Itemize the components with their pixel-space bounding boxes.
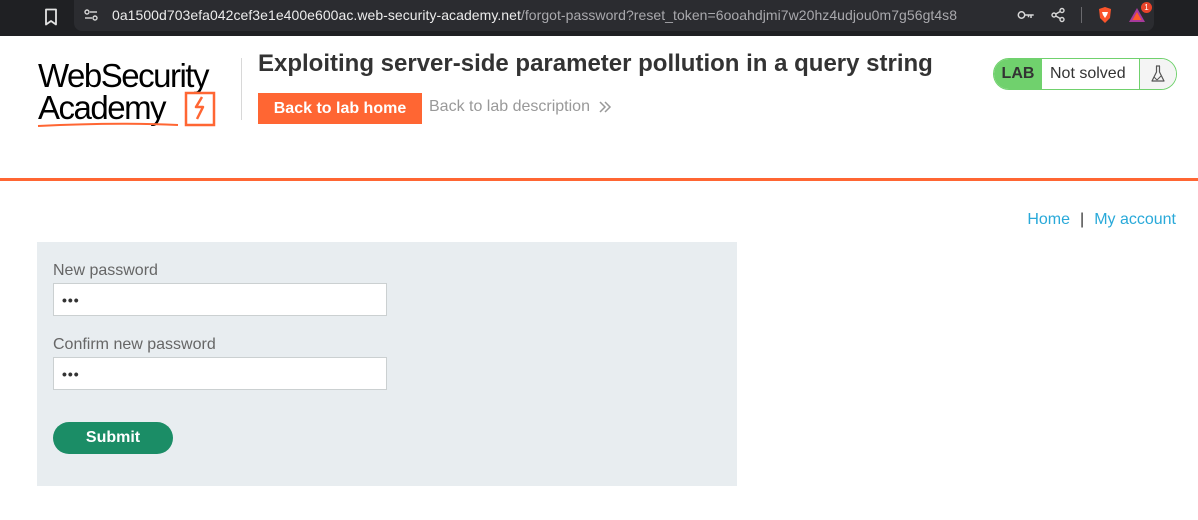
confirm-password-label: Confirm new password [53, 336, 216, 353]
new-password-input[interactable]: ••• [53, 283, 387, 316]
new-password-label: New password [53, 262, 158, 279]
site-info-icon[interactable] [82, 6, 100, 24]
brave-shield-icon[interactable] [1096, 6, 1114, 24]
share-icon[interactable] [1049, 6, 1067, 24]
url-actions: 1 [1017, 2, 1152, 25]
back-to-lab-home-button[interactable]: Back to lab home [258, 93, 422, 124]
logo-line2: Academy [38, 89, 167, 126]
nav-separator: | [1080, 211, 1085, 228]
key-icon[interactable] [1017, 6, 1035, 24]
web-security-academy-logo[interactable]: WebSecurity Academy [36, 56, 240, 130]
url-text[interactable]: 0a1500d703efa042cef3e1e400e600ac.web-sec… [112, 7, 957, 23]
url-path: /forgot-password?reset_token=6ooahdjmi7w… [520, 7, 958, 23]
toolbar-divider [1081, 7, 1082, 23]
lab-status-widget: LAB Not solved [993, 58, 1177, 90]
brave-rewards-icon[interactable]: 1 [1128, 2, 1152, 24]
lab-tag: LAB [994, 59, 1042, 89]
home-link[interactable]: Home [1027, 211, 1070, 229]
lab-title: Exploiting server-side parameter polluti… [258, 50, 933, 77]
header-divider [0, 178, 1198, 181]
top-navigation: Home | My account [1027, 211, 1176, 229]
my-account-link[interactable]: My account [1094, 211, 1176, 229]
flask-icon [1139, 59, 1176, 89]
rewards-badge: 1 [1141, 2, 1152, 13]
back-to-lab-description-link[interactable]: Back to lab description [429, 98, 612, 116]
reset-password-form: New password ••• Confirm new password ••… [37, 242, 737, 486]
url-host: 0a1500d703efa042cef3e1e400e600ac.web-sec… [112, 7, 521, 23]
browser-toolbar: 0a1500d703efa042cef3e1e400e600ac.web-sec… [0, 0, 1198, 36]
lab-status-text: Not solved [1050, 65, 1126, 82]
back-to-lab-description-label: Back to lab description [429, 98, 590, 115]
bookmark-icon[interactable] [40, 6, 62, 28]
confirm-password-input[interactable]: ••• [53, 357, 387, 390]
address-bar[interactable]: 0a1500d703efa042cef3e1e400e600ac.web-sec… [74, 0, 1154, 31]
submit-button[interactable]: Submit [53, 422, 173, 454]
logo-divider [241, 58, 242, 120]
double-chevron-right-icon [599, 101, 612, 113]
